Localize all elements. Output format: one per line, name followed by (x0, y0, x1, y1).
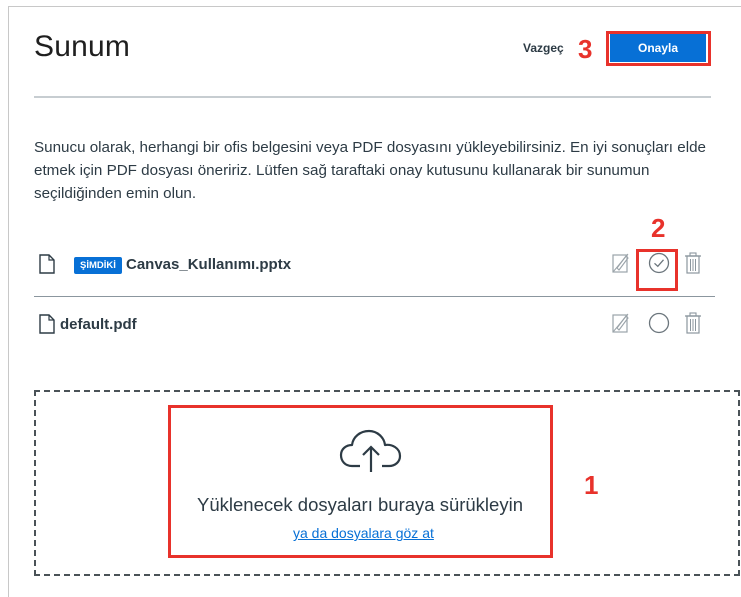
document-icon (39, 314, 55, 334)
file-name: Canvas_Kullanımı.pptx (126, 256, 292, 273)
row-divider (34, 296, 715, 297)
current-badge: ŞİMDİKİ (74, 257, 122, 274)
trash-icon[interactable] (684, 312, 702, 334)
edit-disabled-icon[interactable] (612, 252, 630, 274)
select-radio-icon[interactable] (647, 311, 671, 335)
description-text: Sunucu olarak, herhangi bir ofis belgesi… (34, 139, 706, 202)
annotation-number-1: 1 (584, 470, 599, 500)
annotation-number-2: 2 (651, 213, 666, 243)
file-row: default.pdf (34, 312, 715, 342)
annotation-number-3: 3 (578, 34, 593, 64)
header-divider (34, 96, 711, 98)
annotation-highlight-dropzone (168, 405, 553, 558)
document-icon (39, 254, 55, 274)
file-name: default.pdf (60, 316, 137, 333)
trash-icon[interactable] (684, 252, 702, 274)
cancel-button[interactable]: Vazgeç (523, 41, 564, 55)
edit-disabled-icon[interactable] (612, 312, 630, 334)
dialog-title: Sunum (34, 30, 131, 63)
annotation-highlight-confirm (606, 31, 711, 66)
file-row-current: ŞİMDİKİ Canvas_Kullanımı.pptx (34, 252, 715, 282)
annotation-highlight-checkbox (636, 249, 678, 291)
